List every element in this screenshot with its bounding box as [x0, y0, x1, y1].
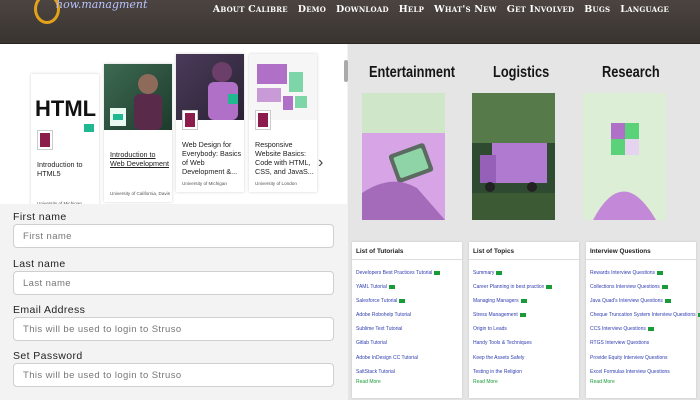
- list-item[interactable]: RTGS Interview Questions: [590, 336, 692, 350]
- read-more-link[interactable]: Read More: [586, 379, 696, 385]
- segment-title-entertainment: Entertainment: [369, 64, 456, 81]
- list-item[interactable]: Testing in the Religion: [473, 365, 575, 379]
- carousel-next-icon[interactable]: ›: [318, 154, 323, 172]
- list-item[interactable]: Adobe Robohelp Tutorial: [356, 308, 458, 322]
- read-more-link[interactable]: Read More: [352, 379, 462, 385]
- course-title[interactable]: Introduction to Web Development: [110, 150, 170, 168]
- tutorials-list: List of Tutorials Developers Best Practi…: [352, 242, 462, 398]
- list-item[interactable]: Keep the Assets Safely: [473, 351, 575, 365]
- list-item[interactable]: Career Planning in best practice: [473, 280, 575, 294]
- nav-about-calibre[interactable]: About Calibre: [208, 4, 293, 15]
- list-item[interactable]: Sublime Text Tutorial: [356, 322, 458, 336]
- coursera-badge-icon: [37, 130, 53, 150]
- cube-person-icon: [583, 93, 666, 220]
- course-card[interactable]: Web Design for Everybody: Basics of Web …: [176, 54, 244, 192]
- list-item[interactable]: Stress Management: [473, 308, 575, 322]
- list-item[interactable]: Developers Best Practices Tutorial: [356, 266, 458, 280]
- segment-title-logistics: Logistics: [493, 64, 550, 81]
- list-item[interactable]: Gitlab Tutorial: [356, 336, 458, 350]
- course-title: Introduction to HTML5: [37, 160, 83, 178]
- course-card[interactable]: HTML Introduction to HTML5 University of…: [31, 74, 99, 212]
- nav-bugs[interactable]: Bugs: [579, 4, 615, 15]
- course-university: University of London: [255, 181, 297, 186]
- course-card[interactable]: Responsive Website Basics: Code with HTM…: [249, 54, 317, 192]
- interview-questions-list: Interview Questions Rewards Interview Qu…: [586, 242, 696, 398]
- course-university: University of Michigan: [182, 181, 227, 186]
- coursera-badge-icon: [182, 110, 198, 130]
- list-item[interactable]: Excel Formulas Interview Questions: [590, 365, 692, 379]
- course-title: Web Design for Everybody: Basics of Web …: [182, 140, 242, 176]
- list-item[interactable]: Summary: [473, 266, 575, 280]
- list-item[interactable]: Adobe InDesign CC Tutorial: [356, 351, 458, 365]
- main-nav: About Calibre Demo Download Help What's …: [208, 4, 674, 15]
- nav-help[interactable]: Help: [394, 4, 429, 15]
- logo-text[interactable]: how.managment: [56, 0, 147, 11]
- course-university: University of California, Davis: [110, 191, 170, 196]
- nav-get-involved[interactable]: Get Involved: [502, 4, 580, 15]
- first-name-label: First name: [13, 211, 67, 223]
- person-photo-icon: [110, 74, 162, 130]
- list-item[interactable]: Salesforce Tutorial: [356, 294, 458, 308]
- signup-form: First name Last name Email Address Set P…: [0, 204, 347, 400]
- list-item[interactable]: SaltStack Tutorial: [356, 365, 458, 379]
- svg-text:HTML: HTML: [35, 96, 96, 121]
- entertainment-image[interactable]: [362, 93, 445, 220]
- list-item[interactable]: Java Quad's Interview Questions: [590, 294, 692, 308]
- list-item[interactable]: Cheque Truncation System Interview Quest…: [590, 308, 696, 322]
- research-image[interactable]: [583, 93, 666, 220]
- nav-demo[interactable]: Demo: [293, 4, 331, 15]
- last-name-label: Last name: [13, 258, 66, 270]
- course-card[interactable]: Introduction to Web Development Universi…: [104, 64, 172, 202]
- read-more-link[interactable]: Read More: [469, 379, 579, 385]
- nav-language[interactable]: Language: [615, 4, 674, 15]
- last-name-input[interactable]: [13, 271, 334, 295]
- list-item[interactable]: Provide Equity Interview Questions: [590, 351, 692, 365]
- password-input[interactable]: [13, 363, 334, 387]
- nav-whats-new[interactable]: What's New: [429, 4, 502, 15]
- email-input[interactable]: [13, 317, 334, 341]
- course-title: Responsive Website Basics: Code with HTM…: [255, 140, 314, 176]
- list-item[interactable]: Origin to Leads: [473, 322, 575, 336]
- email-label: Email Address: [13, 304, 86, 316]
- list-item[interactable]: CCS Interview Questions: [590, 322, 692, 336]
- course-thumbnail: [104, 64, 172, 130]
- list-item[interactable]: Rewards Interview Questions: [590, 266, 692, 280]
- list-item[interactable]: Handy Tools & Techniques: [473, 336, 575, 350]
- topics-list: List of Topics Summary Career Planning i…: [469, 242, 579, 398]
- segment-title-research: Research: [602, 64, 660, 81]
- password-label: Set Password: [13, 350, 83, 362]
- coursera-badge-icon: [255, 110, 271, 130]
- top-navbar: how.managment About Calibre Demo Downloa…: [0, 0, 700, 44]
- tablet-hands-icon: [362, 93, 445, 220]
- first-name-input[interactable]: [13, 224, 334, 248]
- list-title: List of Tutorials: [352, 242, 462, 260]
- logistics-image[interactable]: [472, 93, 555, 220]
- list-title: List of Topics: [469, 242, 579, 260]
- truck-icon: [472, 93, 555, 220]
- list-item[interactable]: Collections Interview Questions: [590, 280, 692, 294]
- nav-download[interactable]: Download: [331, 4, 394, 15]
- course-carousel: HTML Introduction to HTML5 University of…: [0, 44, 347, 212]
- list-title: Interview Questions: [586, 242, 696, 260]
- right-panel: Entertainment Logistics Research List of…: [348, 44, 700, 400]
- list-item[interactable]: Managing Managers: [473, 294, 575, 308]
- list-item[interactable]: YAML Tutorial: [356, 280, 458, 294]
